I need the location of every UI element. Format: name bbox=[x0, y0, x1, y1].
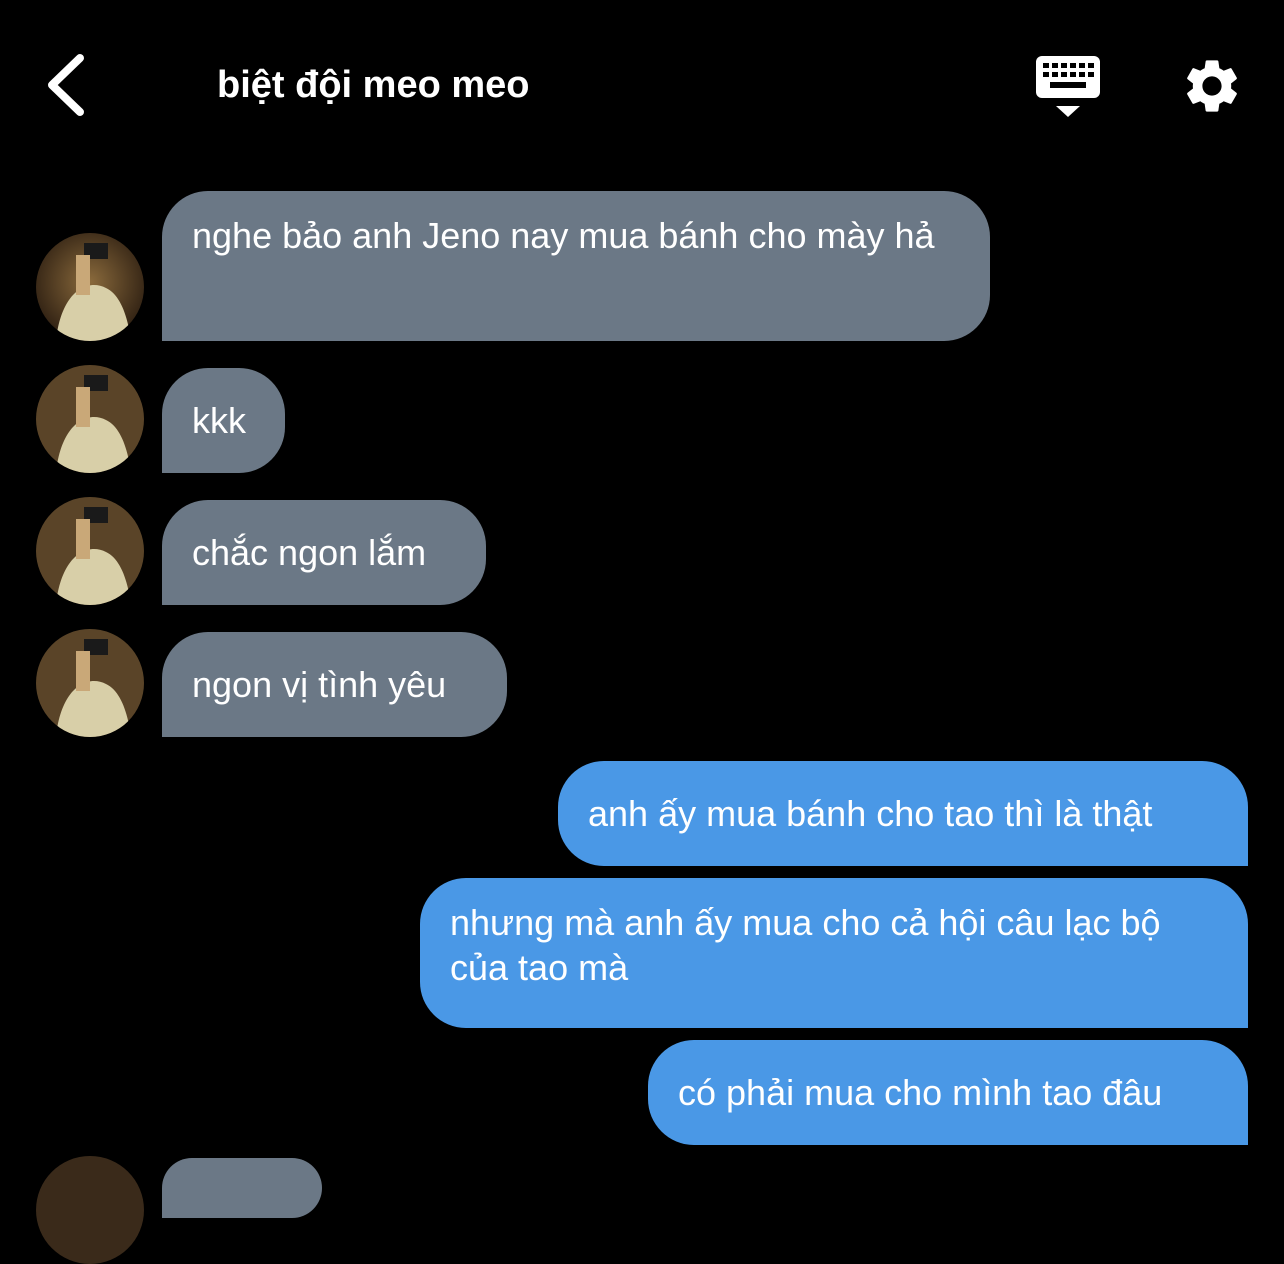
chevron-left-icon bbox=[48, 54, 84, 116]
avatar[interactable] bbox=[36, 233, 144, 341]
chat-title: biệt đội meo meo bbox=[217, 64, 530, 106]
message-bubble-incoming[interactable]: ngon vị tình yêu bbox=[162, 632, 507, 737]
avatar[interactable] bbox=[36, 365, 144, 473]
message-text: anh ấy mua bánh cho tao thì là thật bbox=[588, 793, 1153, 834]
message-text: chắc ngon lắm bbox=[192, 532, 427, 573]
message-bubble-outgoing[interactable]: anh ấy mua bánh cho tao thì là thật bbox=[558, 761, 1248, 866]
gear-icon bbox=[1187, 60, 1237, 112]
message-text: ngon vị tình yêu bbox=[192, 664, 447, 705]
back-button[interactable] bbox=[40, 50, 96, 120]
chat-header: biệt đội meo meo bbox=[0, 0, 1284, 170]
message-text: kkk bbox=[192, 400, 246, 441]
message-text: có phải mua cho mình tao đâu bbox=[678, 1072, 1163, 1113]
message-bubble-incoming[interactable]: kkk bbox=[162, 368, 285, 473]
message-bubble-incoming[interactable]: nghe bảo anh Jeno nay mua bánh cho mày h… bbox=[162, 191, 990, 341]
avatar[interactable] bbox=[36, 629, 144, 737]
settings-button[interactable] bbox=[1180, 54, 1244, 118]
message-bubble-incoming[interactable]: chắc ngon lắm bbox=[162, 500, 486, 605]
message-bubble-outgoing[interactable]: có phải mua cho mình tao đâu bbox=[648, 1040, 1248, 1145]
avatar[interactable] bbox=[36, 1156, 144, 1264]
message-bubble-outgoing[interactable]: nhưng mà anh ấy mua cho cả hội câu lạc b… bbox=[420, 878, 1248, 1028]
message-text: nhưng mà anh ấy mua cho cả hội câu lạc b… bbox=[450, 902, 1161, 988]
message-text: nghe bảo anh Jeno nay mua bánh cho mày h… bbox=[192, 215, 935, 256]
avatar[interactable] bbox=[36, 497, 144, 605]
message-bubble-incoming[interactable] bbox=[162, 1158, 322, 1218]
keyboard-icon bbox=[1036, 56, 1100, 117]
keyboard-toggle-button[interactable] bbox=[1034, 54, 1102, 120]
